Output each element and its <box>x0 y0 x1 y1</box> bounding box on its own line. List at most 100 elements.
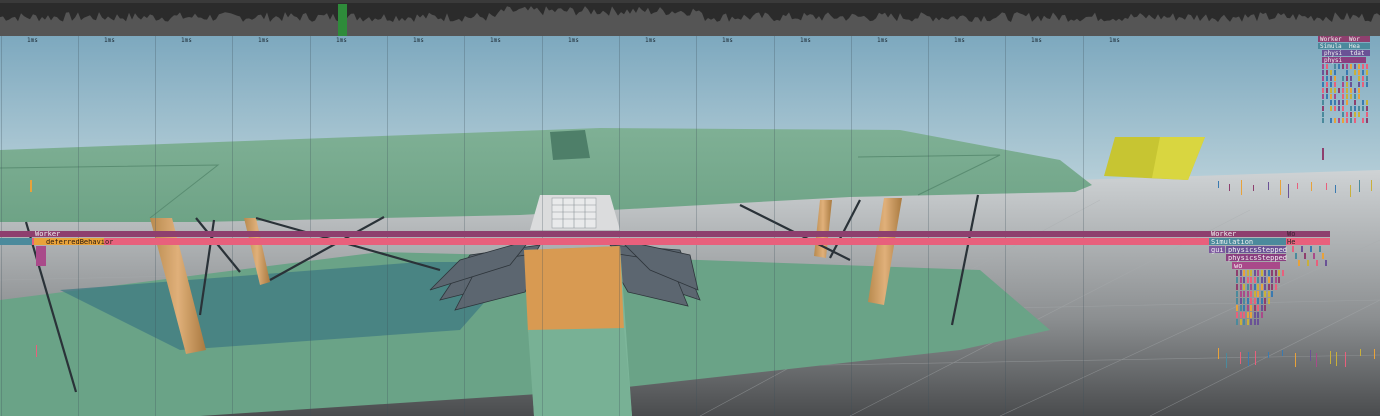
task-marker[interactable] <box>1334 88 1336 93</box>
task-marker[interactable] <box>1268 352 1269 358</box>
task-marker[interactable] <box>1250 277 1252 283</box>
task-marker[interactable] <box>1326 94 1328 99</box>
task-marker[interactable] <box>1281 270 1284 276</box>
task-marker[interactable] <box>1330 118 1332 123</box>
task-marker[interactable] <box>1326 88 1328 93</box>
task-marker[interactable] <box>1239 270 1242 276</box>
task-marker[interactable] <box>1342 112 1344 117</box>
task-marker[interactable] <box>1264 270 1266 276</box>
task-marker[interactable] <box>1278 270 1280 276</box>
task-marker[interactable] <box>1257 298 1259 304</box>
task-marker[interactable] <box>1253 291 1256 297</box>
task-marker[interactable] <box>1271 277 1273 283</box>
task-marker[interactable] <box>1271 284 1273 290</box>
task-marker[interactable] <box>1358 76 1360 81</box>
task-marker[interactable] <box>1246 284 1249 290</box>
task-marker[interactable] <box>1366 76 1368 81</box>
task-marker[interactable] <box>1310 246 1312 252</box>
task-marker[interactable] <box>1246 305 1249 311</box>
task-marker[interactable] <box>1362 64 1364 69</box>
task-marker[interactable] <box>1282 350 1283 356</box>
task-marker[interactable] <box>1250 270 1252 276</box>
task-marker[interactable] <box>1264 277 1266 283</box>
task-marker[interactable] <box>1334 94 1336 99</box>
task-marker[interactable] <box>1336 352 1337 366</box>
task-marker[interactable] <box>1330 82 1332 87</box>
main-task-bar[interactable] <box>0 238 1330 245</box>
task-marker[interactable] <box>1338 64 1340 69</box>
task-marker[interactable] <box>1267 298 1270 304</box>
task-marker[interactable] <box>1358 82 1360 87</box>
task-marker[interactable] <box>1350 185 1351 197</box>
task-marker[interactable] <box>1366 82 1368 87</box>
task-marker[interactable] <box>1334 100 1336 105</box>
task-marker[interactable] <box>1255 351 1256 365</box>
task-marker[interactable] <box>1359 180 1360 192</box>
task-marker[interactable] <box>1346 82 1348 87</box>
task-marker[interactable] <box>1264 284 1266 290</box>
task-marker[interactable] <box>1366 64 1368 69</box>
task-marker[interactable] <box>1342 118 1344 123</box>
task-marker[interactable] <box>1236 319 1238 325</box>
task-marker[interactable] <box>1264 298 1266 304</box>
task-marker[interactable] <box>1322 112 1324 117</box>
task-marker[interactable] <box>1241 180 1242 195</box>
task-marker[interactable] <box>1334 64 1336 69</box>
task-marker[interactable] <box>1322 64 1324 69</box>
task-marker[interactable] <box>1354 64 1356 69</box>
task-marker[interactable] <box>1248 352 1249 366</box>
task-marker[interactable] <box>1358 64 1360 69</box>
task-marker[interactable] <box>1236 270 1238 276</box>
task-marker[interactable] <box>1243 284 1245 290</box>
profiler-frame-histogram[interactable] <box>0 0 1380 36</box>
task-marker[interactable] <box>1243 291 1245 297</box>
task-marker[interactable] <box>1260 305 1263 311</box>
task-marker[interactable] <box>1240 352 1241 364</box>
task-marker[interactable] <box>1267 277 1270 283</box>
task-marker[interactable] <box>1260 277 1263 283</box>
task-marker[interactable] <box>1330 94 1332 99</box>
task-marker[interactable] <box>1250 319 1252 325</box>
task-marker[interactable] <box>1334 70 1336 75</box>
task-marker[interactable] <box>1330 100 1332 105</box>
task-marker[interactable] <box>1257 277 1259 283</box>
task-marker[interactable] <box>1371 180 1372 191</box>
task-marker[interactable] <box>1362 106 1364 111</box>
task-marker[interactable] <box>1366 70 1368 75</box>
task-marker[interactable] <box>1274 284 1277 290</box>
task-marker[interactable] <box>1354 88 1356 93</box>
task-marker[interactable] <box>1246 291 1249 297</box>
task-marker[interactable] <box>1257 284 1259 290</box>
task-marker[interactable] <box>1354 70 1356 75</box>
task-marker[interactable] <box>1292 246 1294 252</box>
task-marker[interactable] <box>1346 76 1348 81</box>
task-marker[interactable] <box>1236 291 1238 297</box>
task-marker[interactable] <box>1335 185 1336 193</box>
task-marker[interactable] <box>1304 253 1306 259</box>
task-marker[interactable] <box>1330 106 1332 111</box>
task-marker[interactable] <box>1253 185 1254 191</box>
task-marker[interactable] <box>1346 100 1348 105</box>
task-marker[interactable] <box>1246 277 1249 283</box>
task-marker[interactable] <box>1330 76 1332 81</box>
task-marker[interactable] <box>1362 76 1364 81</box>
task-marker[interactable] <box>1243 319 1245 325</box>
task-marker[interactable] <box>1350 88 1352 93</box>
task-marker[interactable] <box>1267 284 1270 290</box>
task-marker[interactable] <box>1325 260 1327 266</box>
task-marker[interactable] <box>1271 270 1273 276</box>
task-marker[interactable] <box>1342 106 1344 111</box>
task-marker[interactable] <box>1342 94 1344 99</box>
task-marker[interactable] <box>1236 298 1238 304</box>
task-marker[interactable] <box>1322 100 1324 105</box>
task-marker[interactable] <box>1330 70 1332 75</box>
task-marker[interactable] <box>1239 284 1242 290</box>
task-marker[interactable] <box>1267 270 1270 276</box>
task-marker[interactable] <box>1338 100 1340 105</box>
task-marker[interactable] <box>1243 305 1245 311</box>
task-marker[interactable] <box>1243 298 1245 304</box>
task-marker[interactable] <box>1362 82 1364 87</box>
task-marker[interactable] <box>1250 312 1252 318</box>
task-marker[interactable] <box>36 246 46 266</box>
frame-time-histogram[interactable] <box>0 0 1380 36</box>
